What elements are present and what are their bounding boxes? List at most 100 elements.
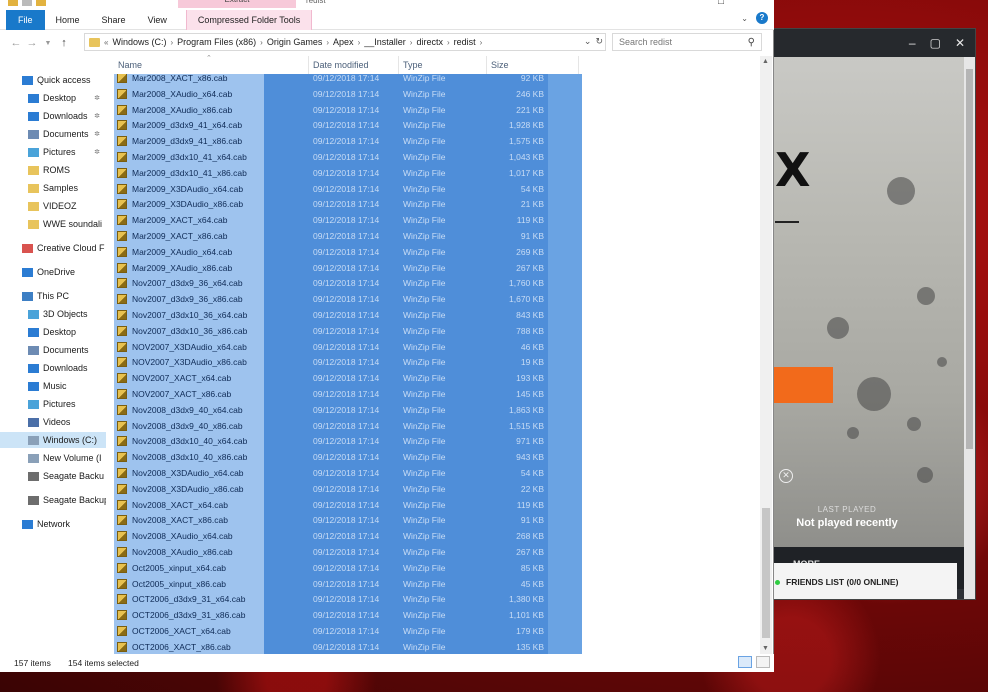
origin-scrollbar-thumb[interactable]: [966, 69, 973, 449]
sidebar-item-roms[interactable]: ROMS: [0, 162, 106, 178]
address-bar[interactable]: « Windows (C:) › Program Files (x86) › O…: [84, 33, 606, 51]
breadcrumb-installer[interactable]: __Installer: [364, 37, 406, 47]
file-row[interactable]: Mar2009_d3dx9_41_x64.cab 09/12/2018 17:14…: [114, 117, 582, 133]
file-row[interactable]: Nov2008_d3dx10_40_x64.cab 09/12/2018 17:1…: [114, 433, 582, 449]
file-row[interactable]: Mar2009_X3DAudio_x86.cab 09/12/2018 17:14…: [114, 196, 582, 212]
pin-icon[interactable]: ✲: [94, 94, 100, 102]
file-row[interactable]: Nov2008_XACT_x86.cab 09/12/2018 17:14 WinZ…: [114, 512, 582, 528]
sidebar-item-downloads[interactable]: Downloads ✲: [0, 108, 106, 124]
file-row[interactable]: Mar2009_XAudio_x64.cab 09/12/2018 17:14 Wi…: [114, 244, 582, 260]
file-row[interactable]: Nov2008_d3dx9_40_x64.cab 09/12/2018 17:14…: [114, 402, 582, 418]
file-row[interactable]: OCT2006_XACT_x64.cab 09/12/2018 17:14 WinZ…: [114, 623, 582, 639]
sidebar-item-new-volume-i[interactable]: New Volume (I: [0, 450, 106, 466]
file-row[interactable]: OCT2006_d3dx9_31_x86.cab 09/12/2018 17:14…: [114, 607, 582, 623]
forward-arrow-icon[interactable]: →: [24, 37, 40, 49]
sidebar-item-network[interactable]: Network: [0, 516, 106, 532]
file-row[interactable]: OCT2006_XACT_x86.cab 09/12/2018 17:14 WinZ…: [114, 639, 582, 654]
file-row[interactable]: NOV2007_X3DAudio_x86.cab 09/12/2018 17:14…: [114, 354, 582, 370]
file-row[interactable]: Mar2009_XACT_x64.cab 09/12/2018 17:14 WinZ…: [114, 212, 582, 228]
sidebar-item-3d-objects[interactable]: 3D Objects: [0, 306, 106, 322]
breadcrumb-program-files[interactable]: Program Files (x86): [177, 37, 256, 47]
breadcrumb-origin-games[interactable]: Origin Games: [267, 37, 323, 47]
file-row[interactable]: Nov2007_d3dx9_36_x64.cab 09/12/2018 17:14…: [114, 275, 582, 291]
file-row[interactable]: Mar2009_X3DAudio_x64.cab 09/12/2018 17:14…: [114, 181, 582, 197]
scroll-up-icon[interactable]: ▲: [762, 58, 769, 65]
file-row[interactable]: NOV2007_XACT_x86.cab 09/12/2018 17:14 WinZ…: [114, 386, 582, 402]
breadcrumb-apex[interactable]: Apex: [333, 37, 354, 47]
refresh-icon[interactable]: ↻: [595, 36, 603, 47]
sidebar-item-quick-access[interactable]: Quick access: [0, 72, 106, 88]
minimize-icon[interactable]: –: [909, 36, 916, 50]
file-list-scrollbar[interactable]: ▲ ▼: [760, 56, 772, 654]
file-row[interactable]: Mar2009_XACT_x86.cab 09/12/2018 17:14 WinZ…: [114, 228, 582, 244]
sidebar-item-videoz[interactable]: VIDEOZ: [0, 198, 106, 214]
sidebar-item-music[interactable]: Music: [0, 378, 106, 394]
address-history-icon[interactable]: ⌄: [584, 36, 592, 47]
column-header-date[interactable]: Date modified: [313, 60, 369, 70]
tab-view[interactable]: View: [137, 10, 178, 30]
maximize-icon[interactable]: □: [718, 0, 724, 7]
origin-scrollbar[interactable]: [964, 57, 975, 599]
sidebar-item-pictures[interactable]: Pictures ✲: [0, 144, 106, 160]
file-row[interactable]: Nov2008_XACT_x64.cab 09/12/2018 17:14 WinZ…: [114, 497, 582, 513]
back-arrow-icon[interactable]: ←: [8, 37, 24, 49]
sidebar-item-samples[interactable]: Samples: [0, 180, 106, 196]
tab-share[interactable]: Share: [91, 10, 137, 30]
breadcrumb-redist[interactable]: redist: [454, 37, 476, 47]
file-row[interactable]: NOV2007_XACT_x64.cab 09/12/2018 17:14 WinZ…: [114, 370, 582, 386]
close-icon[interactable]: ✕: [955, 36, 965, 50]
maximize-icon[interactable]: ▢: [930, 36, 941, 50]
file-row[interactable]: Mar2008_XAudio_x86.cab 09/12/2018 17:14 Wi…: [114, 102, 582, 118]
column-header-name[interactable]: Name: [118, 60, 142, 70]
sidebar-item-creative-cloud-f[interactable]: Creative Cloud F: [0, 240, 106, 256]
recent-locations-icon[interactable]: ▼: [40, 40, 56, 47]
play-button[interactable]: [767, 367, 833, 403]
pin-icon[interactable]: ✲: [94, 148, 100, 156]
tab-compressed-folder-tools[interactable]: Compressed Folder Tools: [185, 10, 313, 30]
friends-list-bar[interactable]: FRIENDS LIST (0/0 ONLINE): [767, 563, 957, 599]
sidebar-item-seagate-backu[interactable]: Seagate Backu: [0, 468, 106, 484]
file-row[interactable]: Mar2009_d3dx10_41_x64.cab 09/12/2018 17:1…: [114, 149, 582, 165]
ribbon-expand-icon[interactable]: ⌄: [741, 14, 748, 23]
file-row[interactable]: Nov2008_d3dx10_40_x86.cab 09/12/2018 17:1…: [114, 449, 582, 465]
sidebar-item-documents[interactable]: Documents ✲: [0, 126, 106, 142]
file-row[interactable]: NOV2007_X3DAudio_x64.cab 09/12/2018 17:14…: [114, 339, 582, 355]
sidebar-item-downloads[interactable]: Downloads: [0, 360, 106, 376]
pin-icon[interactable]: ✲: [94, 112, 100, 120]
sidebar-item-wwe-soundali[interactable]: WWE soundali: [0, 216, 106, 232]
sidebar-item-desktop[interactable]: Desktop: [0, 324, 106, 340]
column-header-size[interactable]: Size: [491, 60, 509, 70]
search-input[interactable]: Search redist ⚲: [612, 33, 762, 51]
file-row[interactable]: Oct2005_xinput_x86.cab 09/12/2018 17:14 Wi…: [114, 576, 582, 592]
file-row[interactable]: Nov2008_d3dx9_40_x86.cab 09/12/2018 17:14…: [114, 418, 582, 434]
breadcrumb-windows-c[interactable]: Windows (C:): [112, 37, 166, 47]
file-row[interactable]: Mar2008_XAudio_x64.cab 09/12/2018 17:14 Wi…: [114, 86, 582, 102]
details-view-icon[interactable]: [738, 656, 752, 668]
file-row[interactable]: Nov2008_X3DAudio_x86.cab 09/12/2018 17:14…: [114, 481, 582, 497]
file-row[interactable]: OCT2006_d3dx9_31_x64.cab 09/12/2018 17:14…: [114, 591, 582, 607]
tab-home[interactable]: Home: [45, 10, 91, 30]
sidebar-item-desktop[interactable]: Desktop ✲: [0, 90, 106, 106]
scroll-down-icon[interactable]: ▼: [762, 645, 769, 652]
sidebar-item-this-pc[interactable]: This PC: [0, 288, 106, 304]
file-row[interactable]: Mar2009_XAudio_x86.cab 09/12/2018 17:14 Wi…: [114, 260, 582, 276]
sidebar-item-videos[interactable]: Videos: [0, 414, 106, 430]
help-icon[interactable]: ?: [756, 12, 768, 24]
file-row[interactable]: Mar2009_d3dx9_41_x86.cab 09/12/2018 17:14…: [114, 133, 582, 149]
scrollbar-thumb[interactable]: [762, 508, 770, 638]
file-row[interactable]: Nov2007_d3dx9_36_x86.cab 09/12/2018 17:14…: [114, 291, 582, 307]
sidebar-item-windows-c[interactable]: Windows (C:): [0, 432, 106, 448]
file-row[interactable]: Mar2009_d3dx10_41_x86.cab 09/12/2018 17:1…: [114, 165, 582, 181]
pin-icon[interactable]: ✲: [94, 130, 100, 138]
file-row[interactable]: Nov2008_X3DAudio_x64.cab 09/12/2018 17:14…: [114, 465, 582, 481]
dismiss-icon[interactable]: ✕: [779, 469, 793, 483]
sidebar-item-onedrive[interactable]: OneDrive: [0, 264, 106, 280]
file-row[interactable]: Mar2008_XACT_x86.cab 09/12/2018 17:14 WinZ…: [114, 74, 582, 86]
up-arrow-icon[interactable]: ↑: [56, 37, 72, 49]
file-row[interactable]: Nov2007_d3dx10_36_x86.cab 09/12/2018 17:1…: [114, 323, 582, 339]
column-header-type[interactable]: Type: [403, 60, 423, 70]
tab-file[interactable]: File: [6, 10, 45, 30]
file-row[interactable]: Nov2007_d3dx10_36_x64.cab 09/12/2018 17:1…: [114, 307, 582, 323]
sidebar-item-seagate-backup[interactable]: Seagate Backup: [0, 492, 106, 508]
file-row[interactable]: Oct2005_xinput_x64.cab 09/12/2018 17:14 Wi…: [114, 560, 582, 576]
